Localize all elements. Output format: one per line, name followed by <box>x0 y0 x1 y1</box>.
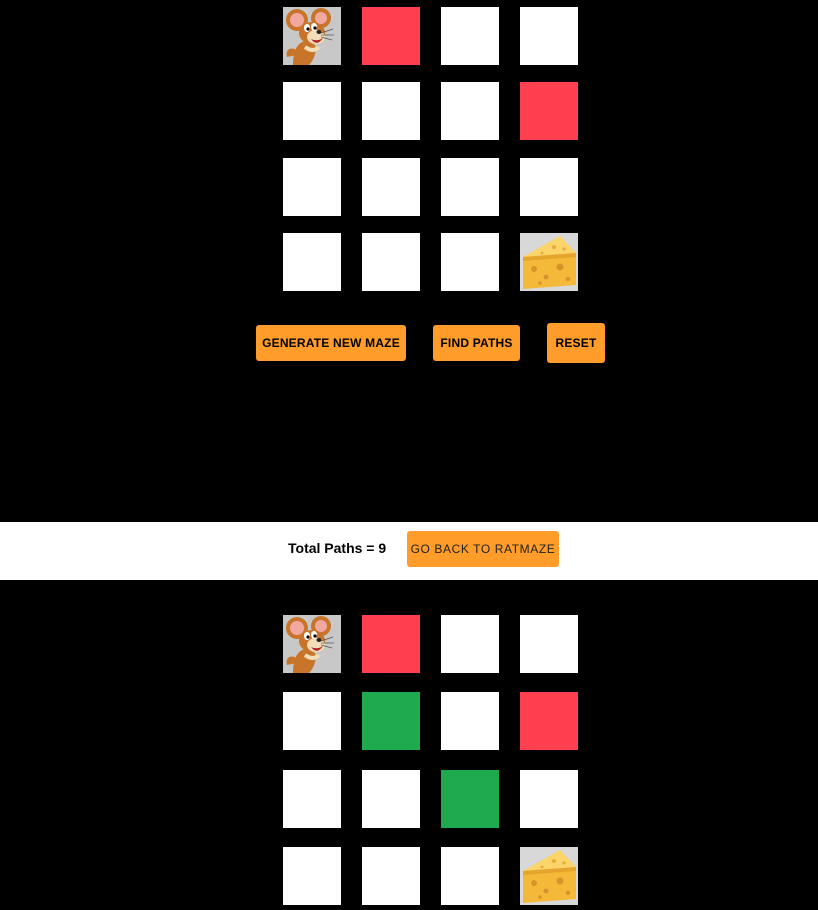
jerry-mouse-icon <box>283 615 341 673</box>
maze-before-cell-r2c3-open[interactable] <box>520 158 578 216</box>
generate-new-maze-button[interactable]: GENERATE NEW MAZE <box>256 325 406 361</box>
maze-after-cell-r1c2-open[interactable] <box>441 692 499 750</box>
maze-before-cell-r3c1-open[interactable] <box>362 233 420 291</box>
maze-after-cell-r2c1-open[interactable] <box>362 770 420 828</box>
maze-after-cell-r2c0-open[interactable] <box>283 770 341 828</box>
maze-after-cell-r2c3-open[interactable] <box>520 770 578 828</box>
maze-before-cell-r1c2-open[interactable] <box>441 82 499 140</box>
maze-before-cell-r2c0-open[interactable] <box>283 158 341 216</box>
maze-before-cell-r1c1-open[interactable] <box>362 82 420 140</box>
maze-before-cell-r0c0-rat <box>283 7 341 65</box>
maze-after-cell-r0c0-rat <box>283 615 341 673</box>
maze-after-cell-r2c2-path <box>441 770 499 828</box>
maze-before-cell-r0c3-open[interactable] <box>520 7 578 65</box>
maze-after-cell-r0c1-blocked[interactable] <box>362 615 420 673</box>
maze-after-cell-r0c2-open[interactable] <box>441 615 499 673</box>
maze-after-cell-r3c2-open[interactable] <box>441 847 499 905</box>
maze-after-cell-r0c3-open[interactable] <box>520 615 578 673</box>
maze-after-cell-r3c1-open[interactable] <box>362 847 420 905</box>
cheese-icon <box>520 233 578 291</box>
maze-after-cell-r3c0-open[interactable] <box>283 847 341 905</box>
maze-after-cell-r3c3-cheese <box>520 847 578 905</box>
go-back-button[interactable]: GO BACK TO RATMAZE <box>407 531 559 567</box>
maze-before-cell-r1c3-blocked[interactable] <box>520 82 578 140</box>
reset-button[interactable]: RESET <box>547 323 605 363</box>
maze-before-cell-r0c1-blocked[interactable] <box>362 7 420 65</box>
maze-before-cell-r0c2-open[interactable] <box>441 7 499 65</box>
maze-before-cell-r2c1-open[interactable] <box>362 158 420 216</box>
maze-after-cell-r1c0-open[interactable] <box>283 692 341 750</box>
jerry-mouse-icon <box>283 7 341 65</box>
total-paths-label: Total Paths = 9 <box>288 540 387 556</box>
maze-before-cell-r2c2-open[interactable] <box>441 158 499 216</box>
maze-after-cell-r1c3-blocked[interactable] <box>520 692 578 750</box>
maze-after-cell-r1c1-path <box>362 692 420 750</box>
maze-before-cell-r3c2-open[interactable] <box>441 233 499 291</box>
cheese-icon <box>520 847 578 905</box>
maze-before-cell-r3c0-open[interactable] <box>283 233 341 291</box>
maze-before-cell-r3c3-cheese <box>520 233 578 291</box>
find-paths-button[interactable]: FIND PATHS <box>433 325 520 361</box>
maze-before-cell-r1c0-open[interactable] <box>283 82 341 140</box>
